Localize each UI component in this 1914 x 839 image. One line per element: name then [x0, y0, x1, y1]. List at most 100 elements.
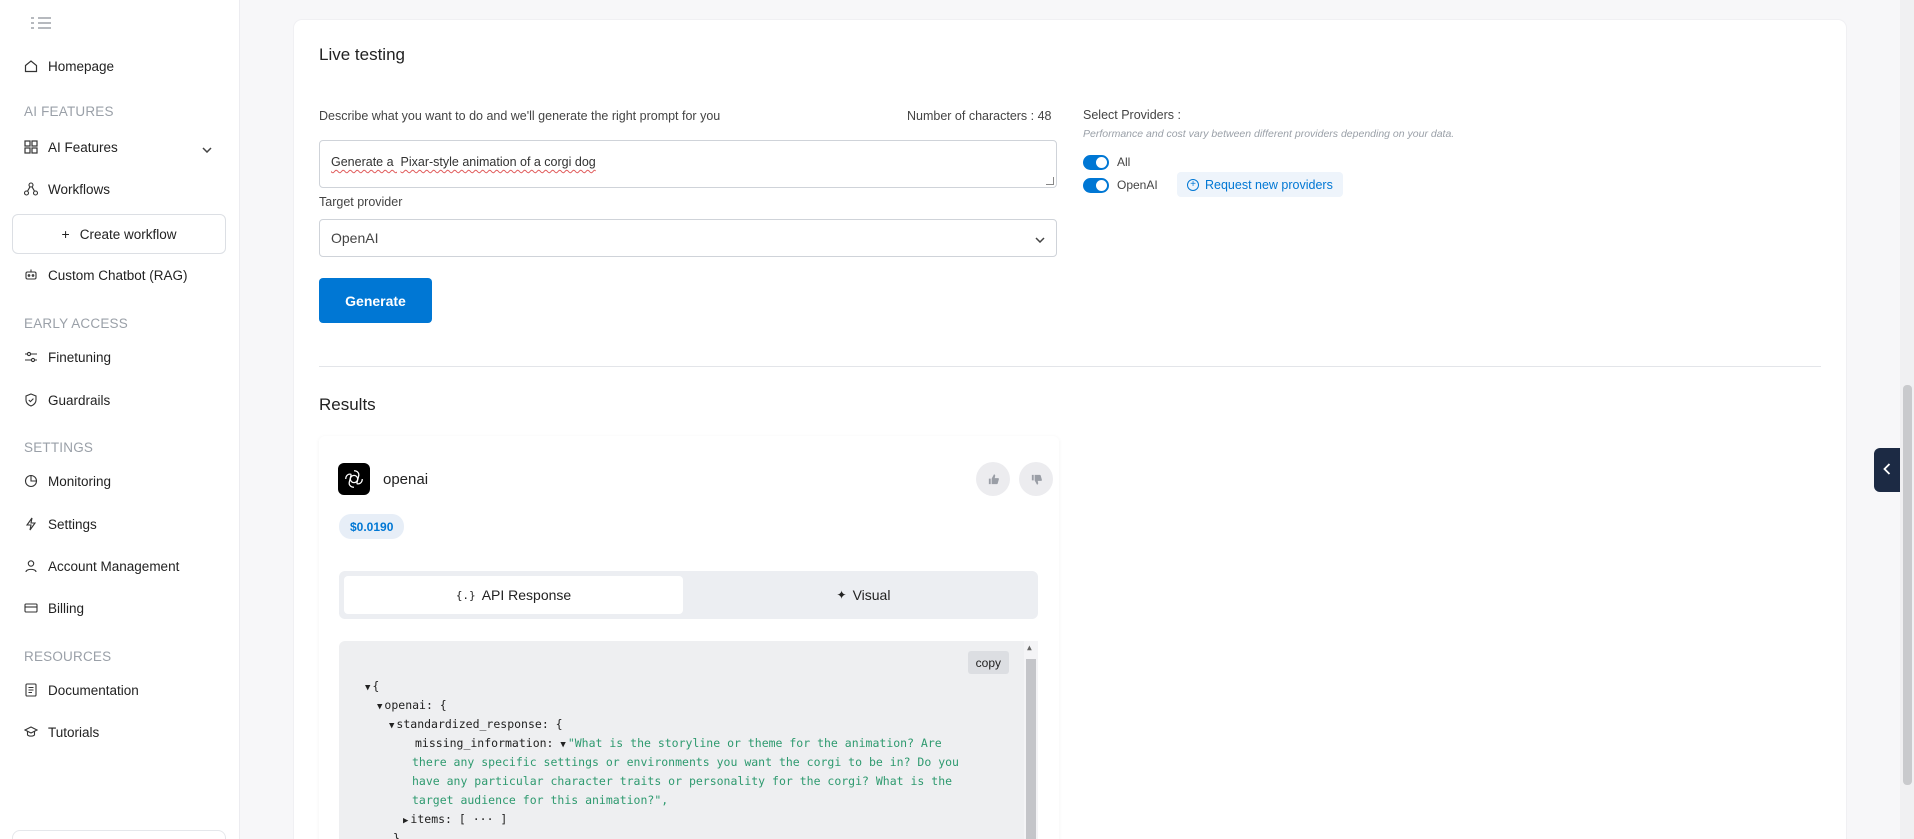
grid-icon — [24, 140, 38, 154]
chevron-down-icon[interactable] — [202, 142, 212, 156]
document-icon — [24, 683, 38, 697]
provider-name: openai — [383, 471, 429, 488]
tab-visual[interactable]: ✦ Visual — [694, 576, 1033, 614]
prompt-text-prefix: Generate a — [331, 155, 398, 169]
sidebar-item-label: Tutorials — [48, 724, 100, 740]
json-text: { — [372, 679, 380, 693]
result-tabs: {.} API Response ✦ Visual — [339, 571, 1038, 619]
generate-button[interactable]: Generate — [319, 278, 432, 323]
tab-visual-label: Visual — [852, 587, 891, 603]
sidebar-item-workflows[interactable]: Workflows — [24, 177, 110, 201]
sidebar-item-label: Billing — [48, 600, 85, 616]
prompt-description-label: Describe what you want to do and we'll g… — [319, 109, 721, 123]
lightning-icon — [24, 517, 38, 531]
sliders-icon — [24, 350, 38, 364]
toggle-openai-label: OpenAI — [1117, 178, 1158, 192]
prompt-textarea[interactable]: Generate a Pixar-style animation of a co… — [319, 140, 1057, 188]
sidebar-item-ai-features[interactable]: AI Features — [24, 135, 118, 159]
json-string: "What is the storyline or theme for the … — [567, 736, 942, 750]
scrollbar-thumb[interactable] — [1026, 659, 1036, 839]
openai-logo-icon — [338, 463, 370, 495]
target-provider-label: Target provider — [319, 195, 403, 209]
create-workflow-button[interactable]: + Create workflow — [12, 214, 226, 254]
sidebar-item-documentation[interactable]: Documentation — [24, 678, 139, 702]
json-string: there any specific settings or environme… — [412, 755, 959, 769]
sidebar-item-label: Documentation — [48, 682, 139, 698]
sidebar-item-tutorials[interactable]: Tutorials — [24, 720, 99, 744]
json-text: items: [ ··· ] — [410, 812, 508, 826]
chart-pie-icon — [24, 474, 38, 488]
toggle-openai[interactable] — [1083, 177, 1109, 193]
json-line: ▶ items: [ ··· ] — [403, 810, 507, 831]
chevron-left-icon — [1883, 462, 1891, 478]
scroll-up-icon[interactable]: ▲ — [1027, 643, 1032, 652]
user-icon — [24, 559, 38, 573]
thumbs-up-icon[interactable] — [976, 462, 1010, 496]
character-count: Number of characters : 48 — [907, 109, 1052, 123]
sidebar-item-label: Monitoring — [48, 473, 112, 489]
target-provider-value: OpenAI — [331, 230, 379, 246]
json-string: have any particular character traits or … — [412, 774, 953, 788]
sidebar-item-custom-chatbot[interactable]: Custom Chatbot (RAG) — [24, 263, 188, 287]
sidebar-item-guardrails[interactable]: Guardrails — [24, 388, 110, 412]
collapse-triangle-icon[interactable]: ▼ — [377, 698, 382, 717]
json-line: ▼ openai: { — [377, 696, 447, 717]
tab-api-response[interactable]: {.} API Response — [344, 576, 683, 614]
toggle-row-all: All — [1083, 153, 1130, 171]
toggle-all[interactable] — [1083, 154, 1109, 170]
toggle-all-label: All — [1117, 155, 1131, 169]
thumbs-down-icon[interactable] — [1019, 462, 1053, 496]
expand-triangle-icon[interactable]: ▶ — [403, 812, 408, 831]
chevron-down-icon — [1035, 230, 1045, 246]
result-card-openai: openai $0.0190 {.} API Response ✦ Visual… — [319, 436, 1059, 839]
shield-icon — [24, 393, 38, 407]
sidebar-item-monitoring[interactable]: Monitoring — [24, 469, 111, 493]
collapse-triangle-icon[interactable]: ▼ — [365, 679, 370, 698]
sidebar-item-label: Finetuning — [48, 349, 112, 365]
page-title: Live testing — [319, 45, 405, 64]
sidebar-item-finetuning[interactable]: Finetuning — [24, 345, 111, 369]
sidebar-footer-card — [12, 830, 226, 839]
sidebar-item-billing[interactable]: Billing — [24, 596, 84, 620]
sparkle-icon: ✦ — [836, 588, 847, 602]
prompt-text: Pixar-style animation of a corgi dog — [400, 155, 596, 169]
sidebar-item-label: Account Management — [48, 558, 180, 574]
price-badge: $0.0190 — [339, 514, 405, 539]
json-line: missing_information: ▼ "What is the story… — [415, 734, 942, 755]
json-scrollbar[interactable]: ▲ — [1024, 641, 1038, 839]
json-viewer[interactable]: copy ▼{ ▼ openai: { ▼ standardized_respons… — [339, 641, 1038, 839]
sidebar-item-label: AI Features — [48, 139, 118, 155]
sidebar-item-settings[interactable]: Settings — [24, 512, 97, 536]
target-provider-select[interactable]: OpenAI — [319, 219, 1057, 257]
json-line: ▼{ — [365, 677, 379, 698]
scrollbar-thumb[interactable] — [1903, 385, 1912, 785]
request-new-providers-button[interactable]: + Request new providers — [1177, 172, 1343, 197]
resize-handle[interactable] — [1046, 177, 1054, 185]
graduation-cap-icon — [24, 725, 38, 739]
json-line: } — [393, 831, 400, 839]
sidebar-item-homepage[interactable]: Homepage — [24, 54, 114, 78]
sidebar-item-label: Workflows — [48, 181, 111, 197]
sidebar-item-account-management[interactable]: Account Management — [24, 554, 179, 578]
json-string: target audience for this animation?", — [412, 793, 669, 807]
braces-icon: {.} — [455, 588, 476, 602]
section-heading-resources: RESOURCES — [24, 649, 112, 664]
providers-note: Performance and cost vary between differ… — [1083, 128, 1455, 140]
plus-circle-icon: + — [1187, 178, 1199, 191]
sidebar-item-label: Guardrails — [48, 392, 111, 408]
results-title: Results — [319, 395, 376, 414]
sidebar: Homepage AI FEATURES AI Features Workflo… — [0, 0, 240, 839]
json-text: openai: { — [384, 698, 447, 712]
chatbot-icon — [24, 268, 38, 282]
page-scrollbar[interactable] — [1900, 0, 1914, 839]
side-panel-toggle[interactable] — [1874, 448, 1900, 492]
json-line: ▼ standardized_response: { — [389, 715, 563, 736]
collapse-triangle-icon[interactable]: ▼ — [389, 717, 394, 736]
section-heading-early-access: EARLY ACCESS — [24, 316, 128, 331]
copy-button[interactable]: copy — [967, 651, 1009, 674]
live-testing-card: Live testing Describe what you want to d… — [294, 20, 1846, 839]
section-heading-ai-features: AI FEATURES — [24, 104, 114, 119]
tab-api-response-label: API Response — [481, 587, 572, 603]
sidebar-collapse-icon[interactable] — [30, 16, 52, 34]
select-providers-label: Select Providers : — [1083, 108, 1181, 122]
